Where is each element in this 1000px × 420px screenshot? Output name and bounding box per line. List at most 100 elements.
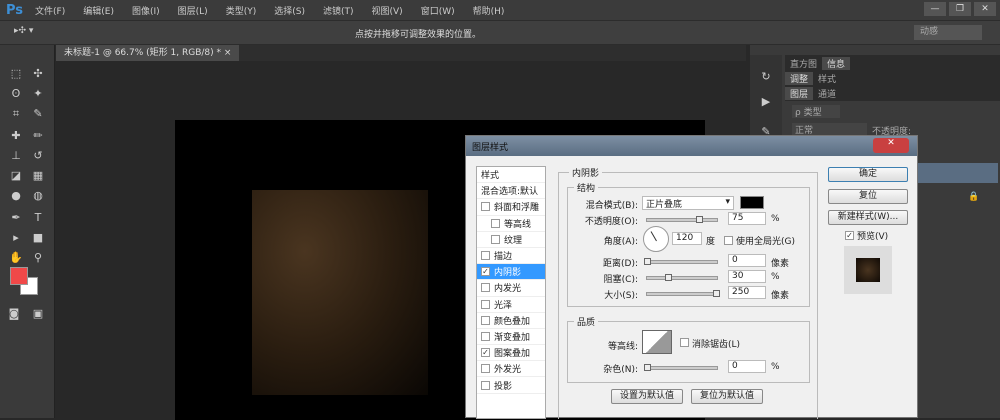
tab-channels[interactable]: 通道 xyxy=(813,87,841,100)
size-input[interactable]: 250 xyxy=(728,286,766,299)
noise-slider[interactable] xyxy=(644,364,718,371)
menu-view[interactable]: 视图(V) xyxy=(372,4,403,17)
slider-thumb[interactable] xyxy=(644,258,651,265)
reset-button[interactable]: 复位 xyxy=(828,189,908,204)
close-window-button[interactable]: ✕ xyxy=(974,2,996,16)
zoom-tool-icon[interactable]: ⚲ xyxy=(30,251,46,265)
pen-tool-icon[interactable]: ✒ xyxy=(8,211,24,225)
workspace-select[interactable]: 动感 xyxy=(914,25,982,40)
crop-tool-icon[interactable]: ⌗ xyxy=(8,107,24,121)
global-light-checkbox[interactable] xyxy=(724,236,733,245)
style-item[interactable]: 描边 xyxy=(477,248,545,265)
gradient-tool-icon[interactable]: ▦ xyxy=(30,169,46,183)
tab-histogram[interactable]: 直方图 xyxy=(785,57,822,70)
selected-layer-row[interactable] xyxy=(918,163,998,183)
blur-tool-icon[interactable]: ● xyxy=(8,189,24,203)
quick-mask-icon[interactable]: ◙ xyxy=(6,307,22,321)
type-tool-icon[interactable]: T xyxy=(30,211,46,225)
style-item[interactable]: 斜面和浮雕 xyxy=(477,199,545,216)
history-brush-icon[interactable]: ↺ xyxy=(30,149,46,163)
menu-help[interactable]: 帮助(H) xyxy=(473,4,505,17)
size-slider[interactable] xyxy=(646,290,720,297)
contour-picker[interactable] xyxy=(642,330,672,354)
style-item[interactable]: 等高线 xyxy=(477,216,545,232)
choke-input[interactable]: 30 xyxy=(728,270,766,283)
slider-thumb[interactable] xyxy=(644,364,651,371)
style-item[interactable]: 颜色叠加 xyxy=(477,313,545,329)
menu-layer[interactable]: 图层(L) xyxy=(178,4,208,17)
menu-image[interactable]: 图像(I) xyxy=(132,4,160,17)
style-checkbox[interactable] xyxy=(491,218,500,228)
choke-slider[interactable] xyxy=(646,274,718,281)
opacity-slider[interactable] xyxy=(646,216,718,223)
make-default-button[interactable]: 设置为默认值 xyxy=(611,389,683,404)
menu-filter[interactable]: 滤镜(T) xyxy=(323,4,354,17)
path-select-icon[interactable]: ▸ xyxy=(8,231,24,245)
style-checkbox[interactable] xyxy=(481,251,490,261)
actions-panel-icon[interactable]: ▶ xyxy=(758,95,774,109)
move-tool-icon[interactable]: ✣ xyxy=(30,67,46,81)
style-item[interactable]: 内发光 xyxy=(477,280,545,297)
style-checkbox[interactable] xyxy=(481,364,490,374)
lasso-tool-icon[interactable]: ʘ xyxy=(8,87,24,101)
dialog-close-button[interactable]: ✕ xyxy=(873,138,909,153)
history-panel-icon[interactable]: ↻ xyxy=(758,70,774,84)
layer-filter-select[interactable]: ρ 类型 xyxy=(792,105,840,118)
screen-mode-icon[interactable]: ▣ xyxy=(30,307,46,321)
tab-styles[interactable]: 样式 xyxy=(813,72,841,85)
style-item[interactable]: 纹理 xyxy=(477,232,545,248)
close-tab-icon[interactable]: × xyxy=(224,48,232,58)
tab-adjustments[interactable]: 调整 xyxy=(785,71,814,85)
style-checkbox[interactable] xyxy=(481,202,490,212)
slider-thumb[interactable] xyxy=(713,290,720,297)
style-checkbox[interactable] xyxy=(481,299,490,309)
move-tool-preset-icon[interactable]: ▸✣ ▾ xyxy=(14,26,33,36)
magic-wand-icon[interactable]: ✦ xyxy=(30,87,46,101)
minimize-button[interactable]: — xyxy=(924,2,946,16)
restore-button[interactable]: ❐ xyxy=(949,2,971,16)
style-checkbox[interactable] xyxy=(481,380,490,390)
style-checkbox[interactable]: ✓ xyxy=(481,348,490,358)
style-checkbox[interactable] xyxy=(481,283,490,293)
angle-dial[interactable] xyxy=(643,226,669,252)
opacity-input[interactable]: 75 xyxy=(728,212,766,225)
slider-thumb[interactable] xyxy=(696,216,703,223)
style-item[interactable]: 投影 xyxy=(477,377,545,394)
reset-default-button[interactable]: 复位为默认值 xyxy=(691,389,763,404)
style-item[interactable]: 光泽 xyxy=(477,297,545,313)
hand-tool-icon[interactable]: ✋ xyxy=(8,251,24,265)
ok-button[interactable]: 确定 xyxy=(828,167,908,182)
menu-type[interactable]: 类型(Y) xyxy=(226,4,257,17)
slider-thumb[interactable] xyxy=(665,274,672,281)
dodge-tool-icon[interactable]: ◍ xyxy=(30,189,46,203)
rectangle-tool-icon[interactable]: ■ xyxy=(30,231,46,245)
noise-input[interactable]: 0 xyxy=(728,360,766,373)
distance-input[interactable]: 0 xyxy=(728,254,766,267)
style-checkbox[interactable] xyxy=(491,234,500,244)
style-checkbox[interactable]: ✓ xyxy=(481,267,490,277)
style-item[interactable]: 外发光 xyxy=(477,361,545,378)
style-checkbox[interactable] xyxy=(481,315,490,325)
shadow-color-swatch[interactable] xyxy=(740,196,764,209)
marquee-tool-icon[interactable]: ⬚ xyxy=(8,67,24,81)
document-tab[interactable]: 未标题-1 @ 66.7% (矩形 1, RGB/8) * × xyxy=(56,45,240,61)
tab-info[interactable]: 信息 xyxy=(822,56,851,70)
antialias-checkbox[interactable] xyxy=(680,338,689,347)
style-item[interactable]: 渐变叠加 xyxy=(477,329,545,346)
brush-tool-icon[interactable]: ✏ xyxy=(30,129,46,143)
preview-checkbox[interactable]: ✓ xyxy=(845,231,854,240)
menu-select[interactable]: 选择(S) xyxy=(274,4,305,17)
new-style-button[interactable]: 新建样式(W)... xyxy=(828,210,908,225)
style-checkbox[interactable] xyxy=(481,331,490,341)
eraser-tool-icon[interactable]: ◪ xyxy=(8,169,24,183)
tab-layers[interactable]: 图层 xyxy=(785,86,814,100)
menu-edit[interactable]: 编辑(E) xyxy=(83,4,114,17)
menu-file[interactable]: 文件(F) xyxy=(35,4,65,17)
angle-input[interactable]: 120 xyxy=(672,232,702,245)
eyedropper-icon[interactable]: ✎ xyxy=(30,107,46,121)
blend-mode-select[interactable]: 正片叠底 ▾ xyxy=(642,196,734,210)
foreground-color-swatch[interactable] xyxy=(10,267,28,285)
style-item[interactable]: ✓ 图案叠加 xyxy=(477,345,545,362)
stamp-tool-icon[interactable]: ⊥ xyxy=(8,149,24,163)
style-item[interactable]: ✓ 内阴影 xyxy=(477,264,545,281)
